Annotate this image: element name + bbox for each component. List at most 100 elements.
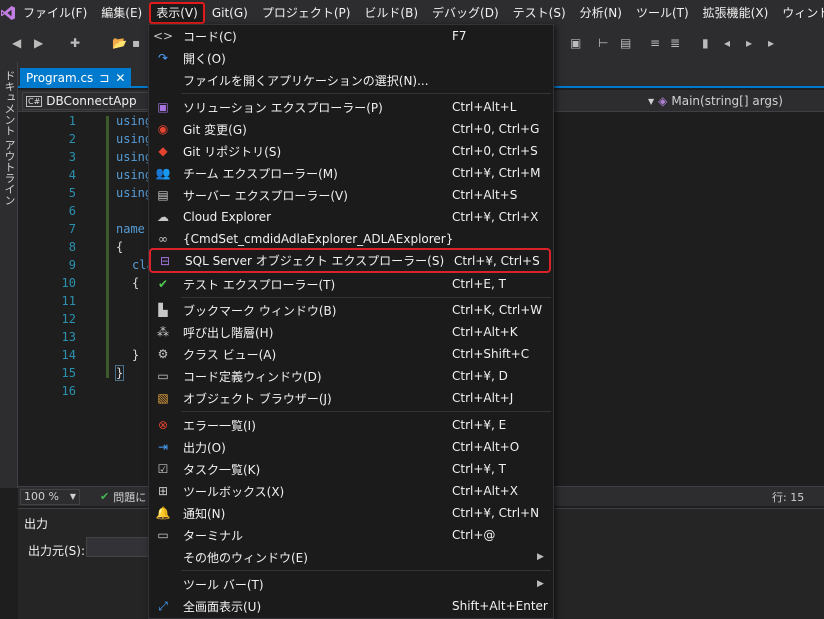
menu-item-object-browser[interactable]: ▧ オブジェクト ブラウザー(J) Ctrl+Alt+J	[149, 387, 553, 409]
line-number: 16	[61, 384, 76, 398]
menu-item-adla-explorer[interactable]: ∞ {CmdSet_cmdidAdlaExplorer_ADLAExplorer…	[149, 228, 553, 250]
line-number: 1	[68, 114, 76, 128]
menu-separator	[181, 570, 551, 571]
menu-item-cloud-explorer[interactable]: ☁ Cloud Explorer Ctrl+¥, Ctrl+X	[149, 206, 553, 228]
code-line: using	[116, 186, 153, 200]
code-line: using	[116, 114, 153, 128]
code-line: name	[116, 222, 145, 236]
menu-item-open-with[interactable]: ファイルを開くアプリケーションの選択(N)...	[149, 69, 553, 91]
menu-separator	[181, 93, 551, 94]
bookmark-icon[interactable]: ▮	[702, 36, 709, 50]
new-item-icon[interactable]: ✚	[70, 36, 80, 50]
close-icon[interactable]: ✕	[115, 71, 125, 85]
check-circle-icon: ✔	[100, 490, 110, 503]
clear-bookmarks-icon[interactable]: ▸	[768, 36, 774, 50]
uncomment-icon[interactable]: ≣	[670, 36, 680, 50]
menu-item-error-list[interactable]: ⊗ エラー一覧(I) Ctrl+¥, E	[149, 414, 553, 436]
pin-icon[interactable]: ⊐	[99, 71, 109, 85]
method-icon: ◈	[658, 94, 668, 108]
output-source-select[interactable]	[86, 537, 156, 557]
menu-item-terminal[interactable]: ▭ ターミナル Ctrl+@	[149, 524, 553, 546]
chevron-down-icon: ▼	[648, 96, 655, 106]
csharp-icon: C#	[26, 95, 43, 107]
prev-bookmark-icon[interactable]: ◂	[724, 36, 730, 50]
menu-analyze[interactable]: 分析(N)	[573, 2, 629, 24]
menu-item-output[interactable]: ⇥ 出力(O) Ctrl+Alt+O	[149, 436, 553, 458]
menu-window[interactable]: ウィンドウ(W)	[775, 2, 824, 24]
menu-item-class-view[interactable]: ⚙ クラス ビュー(A) Ctrl+Shift+C	[149, 343, 553, 365]
class-view-icon: ⚙	[157, 347, 169, 361]
code-line: using	[116, 150, 153, 164]
menu-item-sql-server-object-explorer[interactable]: ⊟ SQL Server オブジェクト エクスプローラー(S) Ctrl+¥, …	[149, 248, 551, 273]
menu-debug[interactable]: デバッグ(D)	[425, 2, 506, 24]
save-icon[interactable]: ▪	[132, 36, 140, 50]
zoom-value: 100 %	[24, 490, 59, 503]
call-hierarchy-icon: ⁂	[157, 325, 169, 339]
submenu-arrow-icon: ▶	[537, 579, 544, 589]
line-number: 3	[68, 150, 76, 164]
error-list-icon: ⊗	[157, 418, 169, 432]
project-dropdown[interactable]: C# DBConnectApp	[22, 92, 152, 110]
line-number: 5	[68, 186, 76, 200]
menu-item-bookmark-window[interactable]: ▙ ブックマーク ウィンドウ(B) Ctrl+K, Ctrl+W	[149, 299, 553, 321]
line-number: 11	[61, 294, 76, 308]
align-left-icon[interactable]: ⊢	[598, 36, 608, 50]
git-repository-icon: ◆	[158, 144, 168, 158]
next-bookmark-icon[interactable]: ▸	[746, 36, 752, 50]
cloud-icon: ☁	[157, 210, 169, 224]
menu-view[interactable]: 表示(V)	[149, 2, 205, 24]
back-icon[interactable]: ◀	[12, 36, 21, 50]
full-screen-icon: ⤢	[158, 598, 168, 613]
menu-tools[interactable]: ツール(T)	[629, 2, 696, 24]
menu-item-code-definition[interactable]: ▭ コード定義ウィンドウ(D) Ctrl+¥, D	[149, 365, 553, 387]
menu-item-toolbars[interactable]: ツール バー(T) ▶	[149, 573, 553, 595]
menu-item-notifications[interactable]: 🔔 通知(N) Ctrl+¥, Ctrl+N	[149, 502, 553, 524]
menu-item-test-explorer[interactable]: ✔ テスト エクスプローラー(T) Ctrl+E, T	[149, 273, 553, 295]
menu-test[interactable]: テスト(S)	[506, 2, 573, 24]
member-dropdown[interactable]: ▼ ◈ Main(string[] args)	[648, 92, 824, 110]
toolbar-tool-icon[interactable]: ▣	[570, 36, 581, 50]
menu-build[interactable]: ビルド(B)	[357, 2, 425, 24]
code-line: using	[116, 168, 153, 182]
menu-item-full-screen[interactable]: ⤢ 全画面表示(U) Shift+Alt+Enter	[149, 595, 553, 617]
menu-git[interactable]: Git(G)	[205, 2, 255, 24]
menu-item-call-hierarchy[interactable]: ⁂ 呼び出し階層(H) Ctrl+Alt+K	[149, 321, 553, 343]
menu-item-git-repository[interactable]: ◆ Git リポジトリ(S) Ctrl+0, Ctrl+S	[149, 140, 553, 162]
comment-icon[interactable]: ≡	[650, 36, 660, 50]
menu-item-server-explorer[interactable]: ▤ サーバー エクスプローラー(V) Ctrl+Alt+S	[149, 184, 553, 206]
line-number: 7	[68, 222, 76, 236]
menu-item-task-list[interactable]: ☑ タスク一覧(K) Ctrl+¥, T	[149, 458, 553, 480]
menu-separator	[181, 411, 551, 412]
member-name: Main(string[] args)	[671, 94, 783, 108]
open-folder-icon[interactable]: 📂	[112, 36, 127, 50]
document-outline-strip[interactable]: ドキュメント アウトライン	[0, 62, 18, 488]
solution-explorer-icon: ▣	[157, 100, 169, 114]
menu-project[interactable]: プロジェクト(P)	[255, 2, 358, 24]
line-number: 9	[68, 258, 76, 272]
code-line: }	[114, 365, 125, 381]
line-number: 14	[61, 348, 76, 362]
line-number: 8	[68, 240, 76, 254]
menu-item-toolbox[interactable]: ⊞ ツールボックス(X) Ctrl+Alt+X	[149, 480, 553, 502]
issues-indicator[interactable]: ✔ 問題に	[100, 489, 146, 505]
menu-edit[interactable]: 編集(E)	[94, 2, 149, 24]
menu-item-solution-explorer[interactable]: ▣ ソリューション エクスプローラー(P) Ctrl+Alt+L	[149, 96, 553, 118]
menu-item-code[interactable]: <> コード(C) F7	[149, 25, 553, 47]
zoom-dropdown[interactable]: 100 % ▼	[20, 488, 80, 505]
bell-icon: 🔔	[155, 506, 171, 520]
menu-extensions[interactable]: 拡張機能(X)	[696, 2, 776, 24]
menu-item-other-windows[interactable]: その他のウィンドウ(E) ▶	[149, 546, 553, 568]
format-icon[interactable]: ▤	[620, 36, 631, 50]
line-number: 13	[61, 330, 76, 344]
line-number: 15	[61, 366, 76, 380]
code-icon: <>	[153, 29, 174, 43]
object-browser-icon: ▧	[157, 391, 169, 405]
menu-item-open[interactable]: ↷ 開く(O)	[149, 47, 553, 69]
menu-item-git-changes[interactable]: ◉ Git 変更(G) Ctrl+0, Ctrl+G	[149, 118, 553, 140]
forward-icon[interactable]: ▶	[34, 36, 43, 50]
menu-item-team-explorer[interactable]: 👥 チーム エクスプローラー(M) Ctrl+¥, Ctrl+M	[149, 162, 553, 184]
tab-program-cs[interactable]: Program.cs ⊐ ✕	[20, 68, 132, 88]
menu-file[interactable]: ファイル(F)	[16, 2, 94, 24]
line-indicator: 行: 15	[772, 490, 805, 504]
visual-studio-logo-icon[interactable]	[0, 0, 16, 26]
